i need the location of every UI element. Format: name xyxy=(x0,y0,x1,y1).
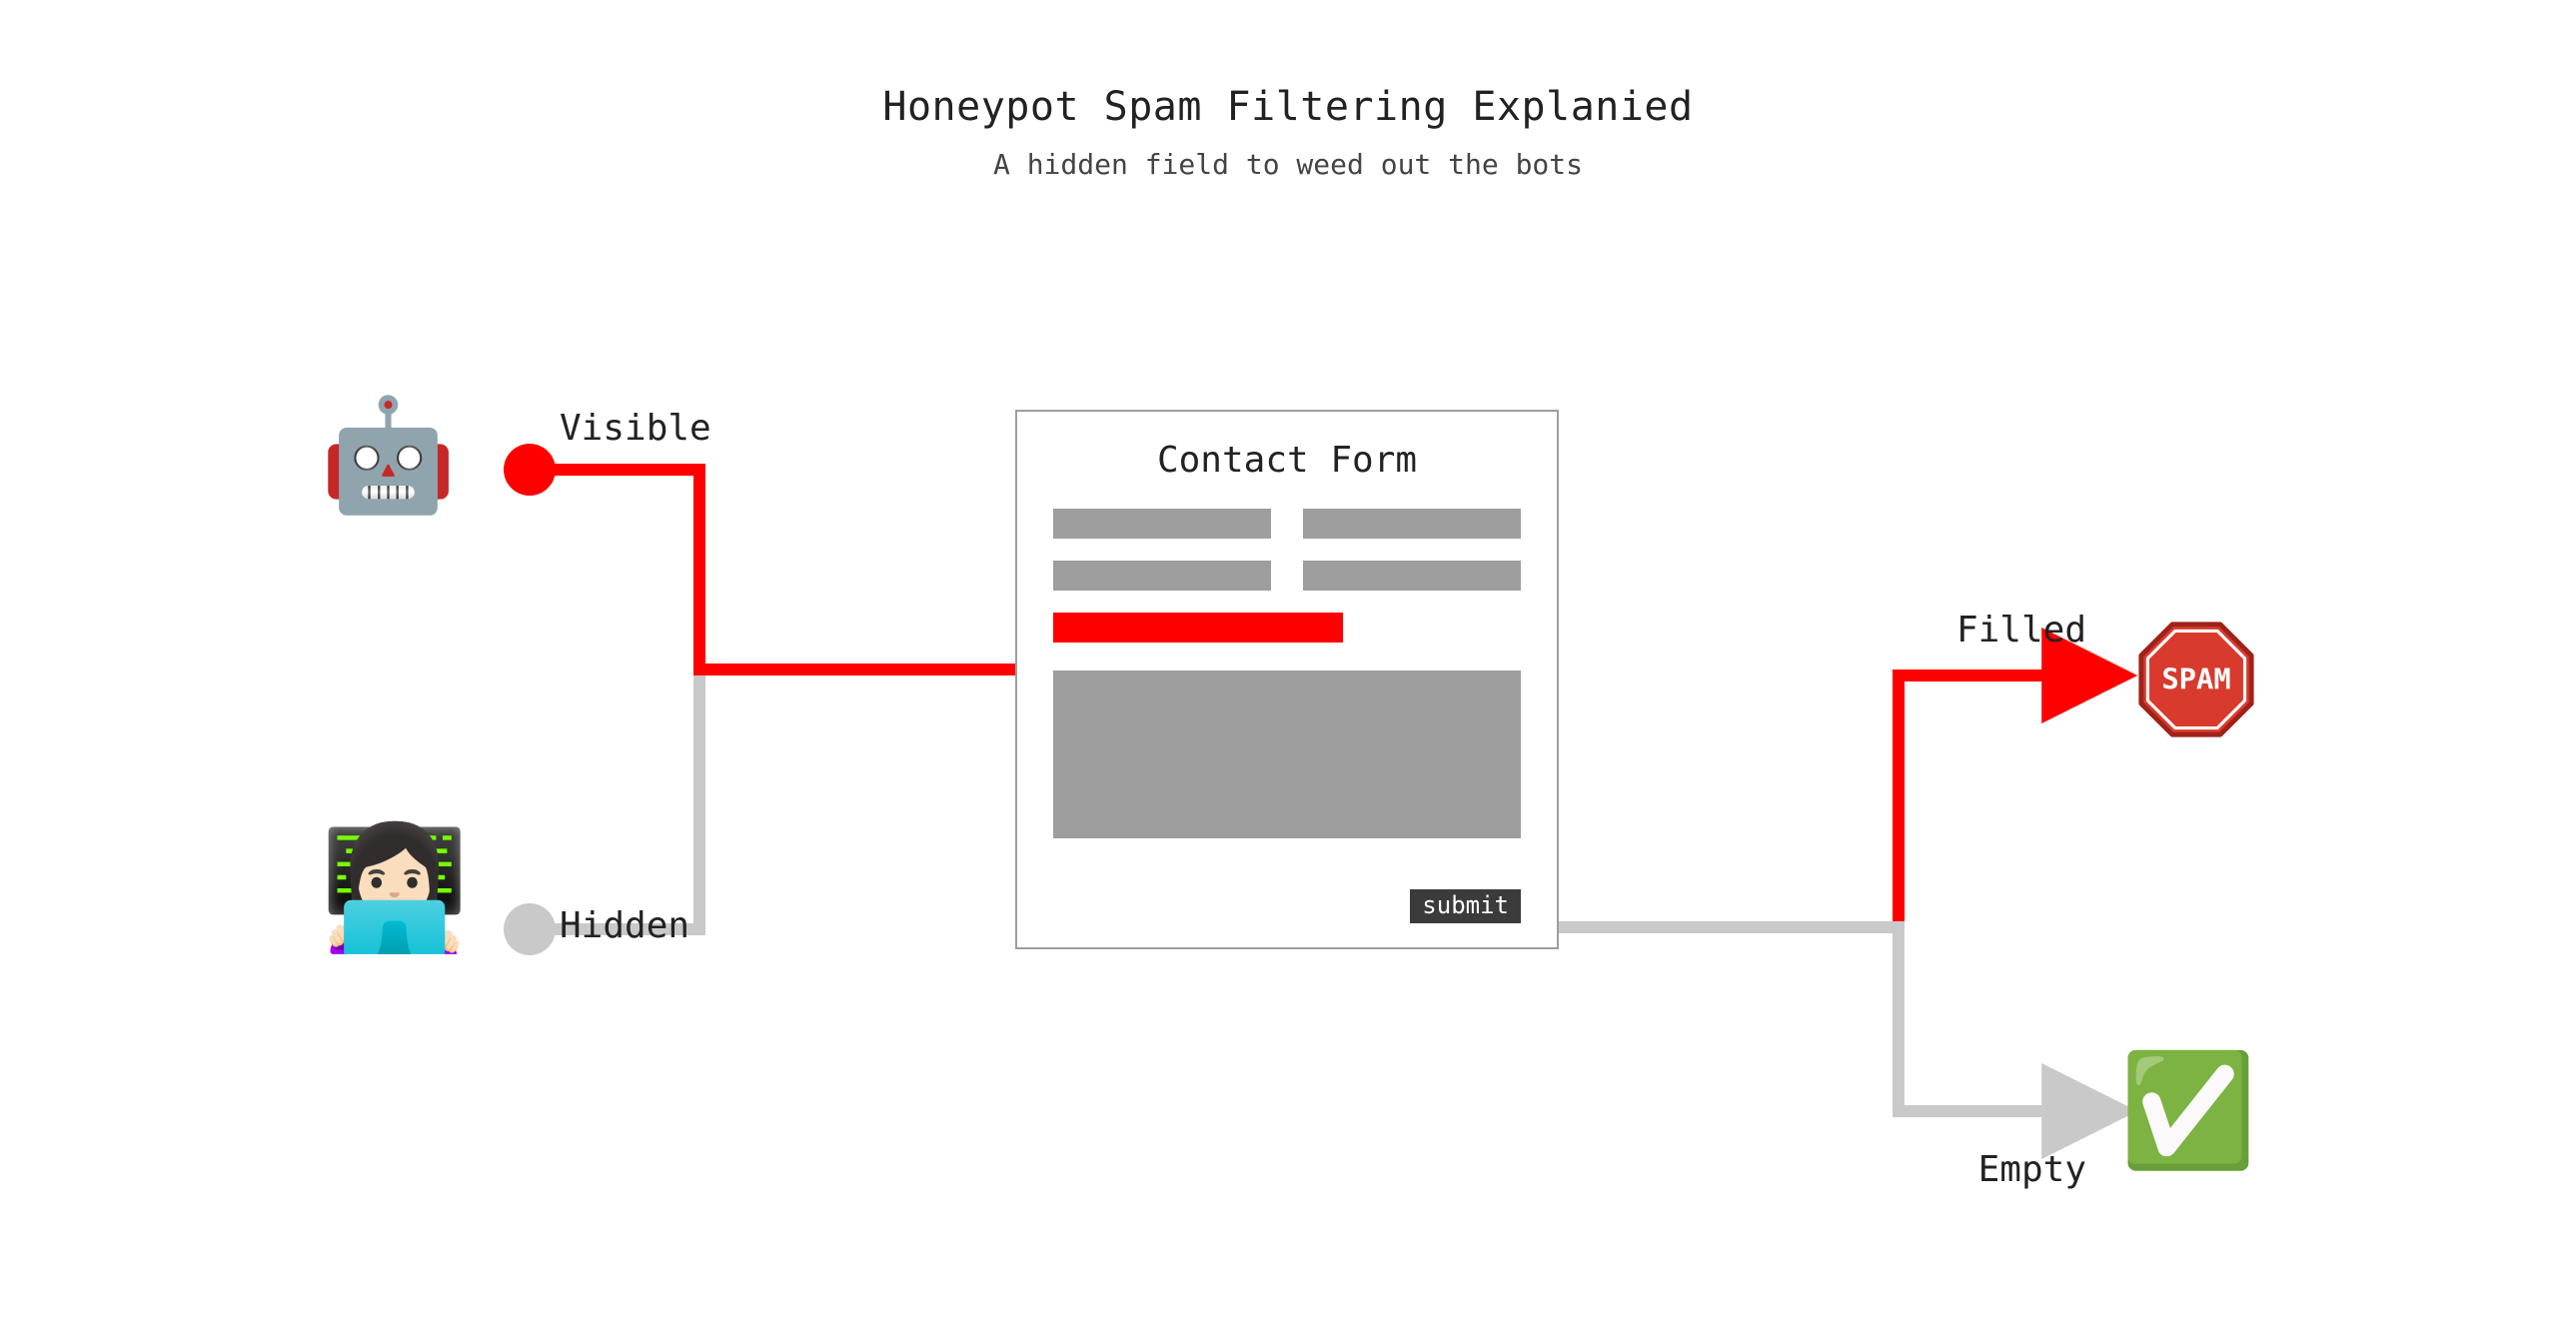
page-title: Honeypot Spam Filtering Explanied xyxy=(0,84,2576,130)
form-field xyxy=(1303,561,1521,591)
bot-start-dot xyxy=(504,444,556,496)
label-hidden: Hidden xyxy=(560,905,689,946)
diagram-stage: Honeypot Spam Filtering Explanied A hidd… xyxy=(0,0,2576,1337)
form-fields-grid xyxy=(1053,509,1521,591)
human-path xyxy=(530,669,1015,929)
human-icon: 👩🏻‍💻 xyxy=(320,829,469,949)
robot-icon: 🤖 xyxy=(320,400,457,510)
form-field xyxy=(1053,561,1271,591)
human-start-dot xyxy=(504,903,556,955)
label-filled: Filled xyxy=(1956,610,2086,651)
form-field xyxy=(1053,509,1271,539)
form-heading: Contact Form xyxy=(1053,440,1521,481)
submit-button: submit xyxy=(1410,889,1521,923)
contact-form-card: Contact Form submit xyxy=(1015,410,1559,949)
output-filled-path xyxy=(1524,675,2118,927)
check-icon: ✅ xyxy=(2119,1055,2256,1165)
page-subtitle: A hidden field to weed out the bots xyxy=(0,148,2576,181)
label-empty: Empty xyxy=(1978,1149,2086,1190)
form-field xyxy=(1303,509,1521,539)
label-visible: Visible xyxy=(560,408,711,449)
spam-text: SPAM xyxy=(2161,663,2230,696)
honeypot-field xyxy=(1053,613,1343,643)
spam-sign-icon: SPAM xyxy=(2136,620,2256,743)
output-empty-path xyxy=(1524,927,2118,1111)
form-textarea xyxy=(1053,670,1521,838)
